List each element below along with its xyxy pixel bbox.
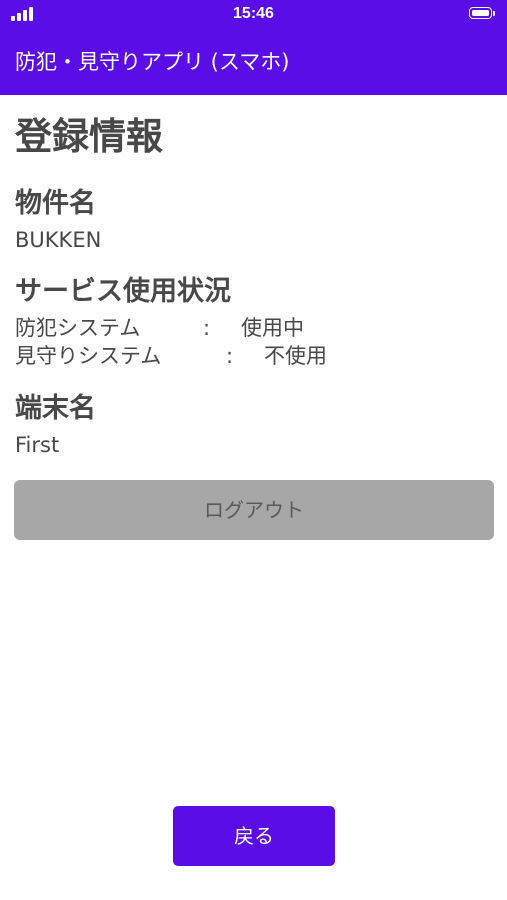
app-header: 15:46 防犯・見守りアプリ (スマホ) [0,0,507,95]
app-title: 防犯・見守りアプリ (スマホ) [15,50,290,74]
property-name-value: BUKKEN [15,228,102,252]
status-bar: 15:46 [0,0,507,30]
security-system-status: 使用中 [241,316,304,340]
status-time: 15:46 [233,5,274,22]
security-system-separator: : [203,316,211,340]
app-screen: 15:46 防犯・見守りアプリ (スマホ) 登録情報 物件名 BUKKEN サー… [0,0,507,900]
back-button[interactable]: 戻る [173,806,335,866]
watch-system-status: 不使用 [264,344,327,368]
battery-icon [469,7,497,21]
watch-system-separator: : [226,344,234,368]
logout-button[interactable]: ログアウト [14,480,494,540]
security-system-label: 防犯システム [15,316,141,340]
device-name-heading: 端末名 [15,393,96,424]
device-name-value: First [15,433,60,457]
page-title: 登録情報 [15,115,163,158]
service-usage-heading: サービス使用状況 [15,276,231,307]
watch-system-label: 見守りシステム [15,344,162,368]
property-name-heading: 物件名 [15,188,96,219]
